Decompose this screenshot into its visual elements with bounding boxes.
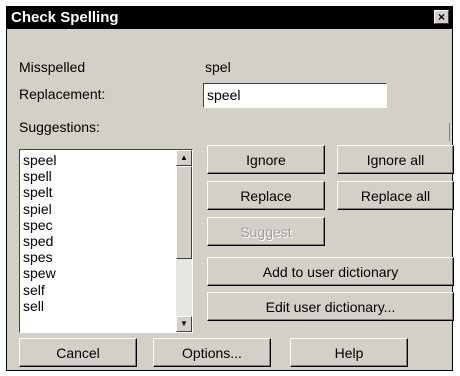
list-item[interactable]: spiel [23, 201, 56, 217]
replacement-label: Replacement: [19, 86, 106, 102]
misspelled-label: Misspelled [19, 59, 86, 75]
title-bar: Check Spelling × [7, 7, 452, 29]
cancel-button[interactable]: Cancel [19, 338, 137, 367]
replace-all-button[interactable]: Replace all [337, 181, 454, 210]
list-item[interactable]: sell [23, 298, 56, 314]
check-spelling-dialog: Check Spelling × Misspelled spel Replace… [6, 6, 454, 371]
add-to-user-dictionary-button[interactable]: Add to user dictionary [207, 257, 454, 286]
suggest-button[interactable]: Suggest [207, 217, 325, 246]
dialog-title: Check Spelling [11, 9, 119, 26]
list-item[interactable]: speel [23, 152, 56, 168]
list-item[interactable]: spes [23, 249, 56, 265]
suggestions-items: speel spell spelt spiel spec sped spes spew self… [23, 152, 56, 314]
list-item[interactable]: spec [23, 217, 56, 233]
help-button[interactable]: Help [290, 338, 408, 367]
list-item[interactable]: spelt [23, 184, 56, 200]
suggestions-list[interactable]: speel spell spelt spiel spec sped spes spew self… [19, 149, 193, 333]
suggestions-label: Suggestions: [19, 119, 100, 135]
replace-button[interactable]: Replace [207, 181, 325, 210]
scroll-up-icon[interactable]: ▲ [176, 150, 192, 166]
scroll-down-icon[interactable]: ▼ [176, 316, 192, 332]
ignore-all-button[interactable]: Ignore all [337, 145, 454, 174]
scroll-thumb[interactable] [176, 166, 192, 259]
edit-user-dictionary-button[interactable]: Edit user dictionary... [207, 292, 454, 321]
list-item[interactable]: spell [23, 168, 56, 184]
list-item[interactable]: spew [23, 265, 56, 281]
list-item[interactable]: self [23, 282, 56, 298]
options-button[interactable]: Options... [153, 338, 271, 367]
close-icon[interactable]: × [434, 10, 449, 24]
suggestions-scrollbar[interactable]: ▲ ▼ [176, 150, 192, 332]
list-item[interactable]: sped [23, 233, 56, 249]
ignore-button[interactable]: Ignore [207, 145, 325, 174]
replacement-input[interactable]: speel [203, 83, 387, 108]
divider [449, 123, 450, 141]
misspelled-value: spel [205, 59, 231, 75]
